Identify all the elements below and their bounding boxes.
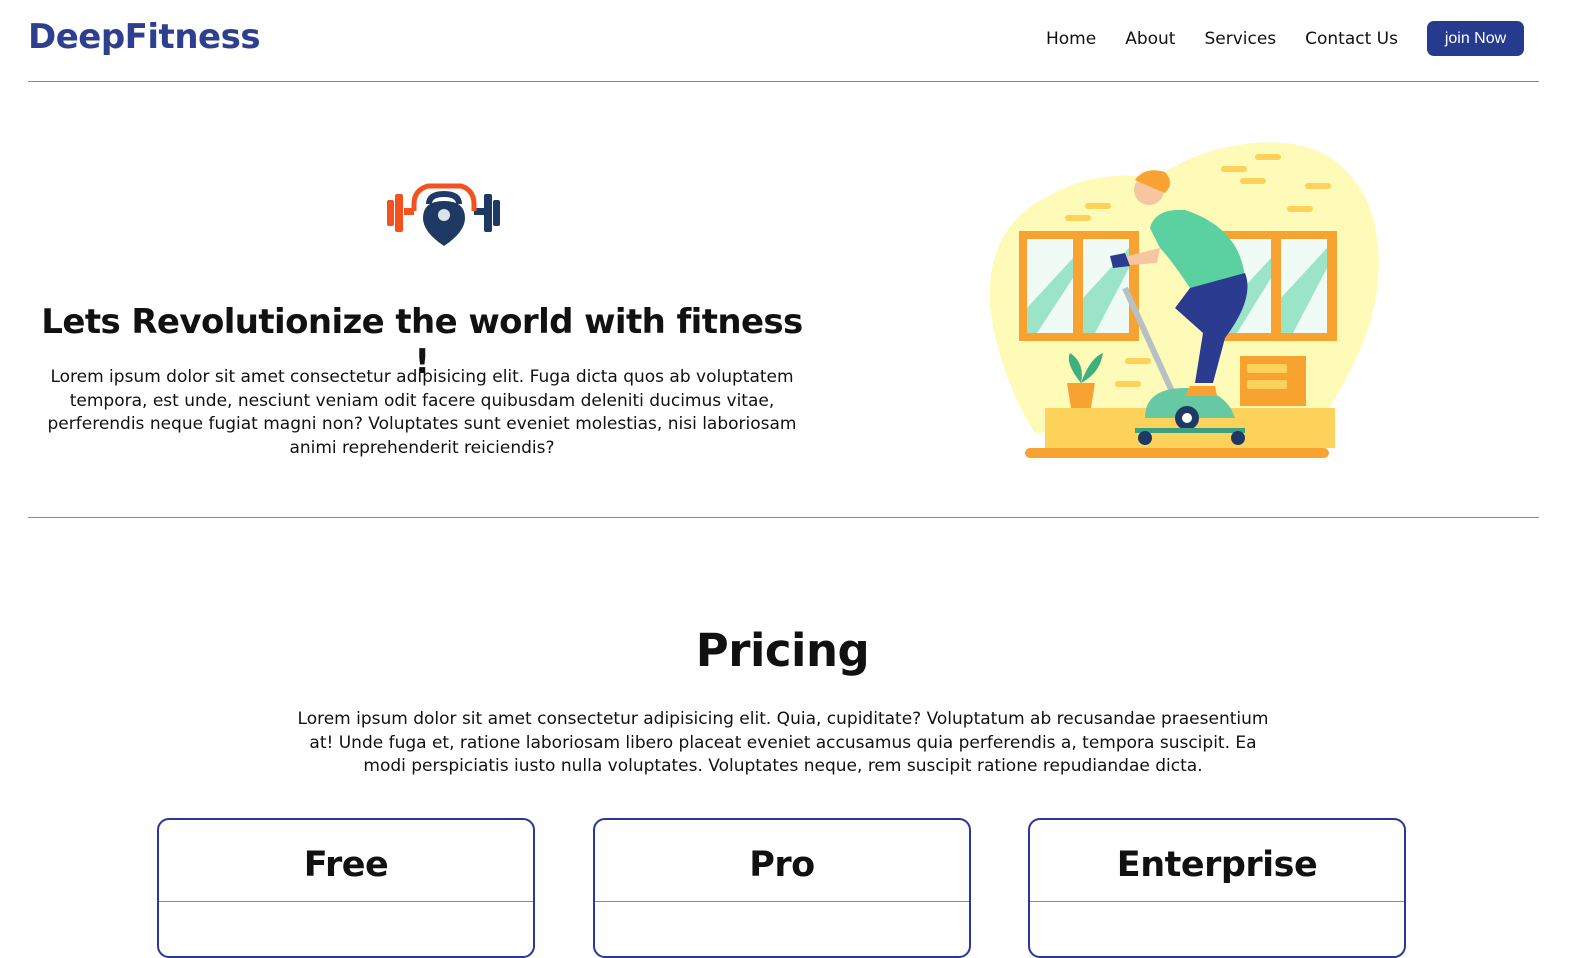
- plan-title: Free: [159, 845, 533, 902]
- pricing-card-enterprise: Enterprise: [1028, 818, 1406, 958]
- brand-logo[interactable]: DeepFitness: [28, 17, 261, 57]
- plan-title: Enterprise: [1030, 845, 1404, 902]
- pricing-description: Lorem ipsum dolor sit amet consectetur a…: [297, 709, 1269, 777]
- pricing-title: Pricing: [695, 624, 870, 677]
- join-now-button[interactable]: join Now: [1427, 21, 1524, 56]
- plan-title: Pro: [595, 845, 969, 902]
- pricing-card-pro: Pro: [593, 818, 971, 958]
- nav-services[interactable]: Services: [1204, 29, 1276, 49]
- nav-contact-us[interactable]: Contact Us: [1305, 29, 1398, 49]
- nav-links: Home About Services Contact Us join Now: [1046, 21, 1539, 56]
- nav-about[interactable]: About: [1125, 29, 1175, 49]
- hero-description: Lorem ipsum dolor sit amet consectetur a…: [47, 367, 797, 459]
- navbar: DeepFitness Home About Services Contact …: [28, 0, 1539, 82]
- exercise-bike-illustration: [985, 138, 1385, 466]
- pricing-card-free: Free: [157, 818, 535, 958]
- section-divider: [28, 517, 1539, 518]
- kettlebell-barbell-icon: [383, 174, 505, 250]
- nav-home[interactable]: Home: [1046, 29, 1096, 49]
